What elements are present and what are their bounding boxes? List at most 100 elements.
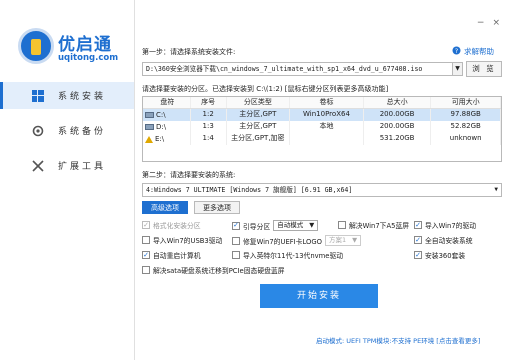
index-cell: 1:4 [191, 133, 227, 145]
type-cell: 主分区,GPT [227, 109, 291, 121]
sidebar-item-backup[interactable]: 系统备份 [0, 117, 134, 144]
more-link[interactable]: [点击查看更多] [436, 337, 480, 345]
auto-install-option[interactable]: ✓ 全自动安装系统 [414, 235, 473, 245]
system-select-value: 4:Windows 7 ULTIMATE [Windows 7 旗舰版] [6.… [146, 186, 353, 194]
image-path-field[interactable]: D:\360安全浏览器下载\cn_windows_7_ultimate_with… [142, 62, 453, 76]
drive-icon [145, 124, 154, 130]
sidebar-item-tools[interactable]: 扩展工具 [0, 152, 134, 179]
option-label: 安装360套装 [425, 252, 466, 260]
boot-mode-select[interactable]: 自动模式 ▼ [273, 220, 319, 231]
option-label: 导入英特尔11代-13代nvme驱动 [243, 252, 344, 260]
chevron-down-icon[interactable]: ▼ [453, 62, 463, 76]
sata-fix-option[interactable]: 解决sata硬盘系统迁移到PCIe固态硬盘蓝屏 [142, 265, 285, 275]
chevron-down-icon: ▼ [352, 236, 358, 244]
total-cell: 200.00GB [364, 109, 432, 121]
close-button[interactable]: × [492, 18, 500, 28]
table-header: 盘符 序号 分区类型 卷标 总大小 可用大小 [143, 97, 501, 109]
total-cell: 531.20GB [364, 133, 432, 145]
tab-advanced[interactable]: 高级选项 [142, 201, 188, 214]
free-cell: unknown [431, 133, 501, 145]
option-label: 解决Win7下A5蓝屏 [349, 222, 410, 230]
column-header: 卷标 [290, 97, 364, 108]
column-header: 序号 [191, 97, 227, 108]
checkbox-icon [232, 251, 240, 259]
table-row[interactable]: E:\ 1:4 主分区,GPT,加密 531.20GB unknown [143, 133, 501, 145]
drive-cell: D:\ [143, 121, 191, 133]
type-cell: 主分区,GPT [227, 121, 291, 133]
check-icon: ✓ [414, 250, 422, 259]
option-label: 修复Win7的UEFI卡LOGO [243, 237, 322, 246]
help-link[interactable]: ? 求解帮助 [452, 46, 494, 57]
total-cell: 200.00GB [364, 121, 432, 133]
brand-subtitle: uqitong.com [58, 53, 119, 63]
window-controls: − × [477, 18, 500, 28]
windows-icon [32, 89, 44, 102]
import-usb3-option[interactable]: 导入Win7的USB3驱动 [142, 235, 222, 245]
sidebar-item-label: 系统备份 [58, 127, 107, 137]
svg-text:?: ? [455, 47, 458, 55]
index-cell: 1:2 [191, 109, 227, 121]
checkbox-icon [232, 236, 240, 245]
checkbox-icon [338, 221, 346, 229]
label-cell: Win10ProX64 [290, 109, 364, 121]
install-360-option[interactable]: ✓ 安装360套装 [414, 250, 465, 260]
browse-button[interactable]: 浏 览 [466, 61, 502, 77]
table-row[interactable]: D:\ 1:3 主分区,GPT 本地 200.00GB 52.82GB [143, 121, 501, 133]
label-cell [290, 133, 364, 145]
drive-icon [145, 112, 154, 118]
drive-cell: E:\ [143, 133, 191, 145]
step2-label: 第二步：请选择要安装的系统: [142, 171, 236, 179]
fix-scheme-select[interactable]: 方案1 ▼ [324, 235, 362, 246]
boot-mode-label: 启动模式: [316, 337, 345, 345]
option-label: 全自动安装系统 [425, 237, 473, 245]
sidebar-item-label: 系统安装 [58, 92, 107, 102]
drive-letter: E:\ [155, 134, 165, 143]
check-icon: ✓ [414, 235, 422, 244]
help-label: 求解帮助 [464, 47, 494, 56]
checkbox-icon [142, 236, 150, 244]
format-option[interactable]: ✓ 格式化安装分区 [142, 220, 201, 230]
main-panel: − × 第一步：请选择系统安装文件: ? 求解帮助 D:\360安全浏览器下载\… [136, 0, 510, 360]
option-label: 解决sata硬盘系统迁移到PCIe固态硬盘蓝屏 [153, 267, 285, 275]
help-icon: ? [452, 46, 461, 57]
boot-mode-value: 自动模式 [277, 221, 304, 229]
option-label: 自动重启计算机 [153, 252, 201, 260]
boot-option[interactable]: ✓ 引导分区 自动模式 ▼ [232, 220, 319, 231]
logo: 优启通 uqitong.com [18, 24, 128, 74]
check-icon: ✓ [232, 221, 240, 230]
table-row[interactable]: C:\ 1:2 主分区,GPT Win10ProX64 200.00GB 97.… [143, 109, 501, 121]
free-cell: 97.88GB [431, 109, 501, 121]
sidebar-item-label: 扩展工具 [58, 162, 107, 172]
tpm-value: 不支持 [391, 337, 412, 345]
option-label: 导入Win7的驱动 [425, 222, 477, 230]
free-cell: 52.82GB [431, 121, 501, 133]
auto-reboot-option[interactable]: ✓ 自动重启计算机 [142, 250, 201, 260]
step1-label: 第一步：请选择系统安装文件: [142, 48, 236, 56]
option-label: 导入Win7的USB3驱动 [153, 237, 223, 245]
check-icon: ✓ [414, 220, 422, 229]
status-bar: 启动模式: UEFI TPM模块:不支持 PE环境 [点击查看更多] [316, 335, 480, 345]
pe-label: PE环境 [413, 337, 435, 345]
fix-uefi-option[interactable]: 修复Win7的UEFI卡LOGO 方案1 ▼ [232, 235, 362, 246]
boot-mode-value: UEFI [346, 337, 361, 345]
minimize-button[interactable]: − [477, 18, 485, 28]
win7-a5-option[interactable]: 解决Win7下A5蓝屏 [338, 220, 409, 230]
column-header: 盘符 [143, 97, 191, 108]
sidebar-item-install[interactable]: 系统安装 [0, 82, 134, 109]
tab-more[interactable]: 更多选项 [194, 201, 240, 214]
logo-badge-icon [18, 28, 54, 64]
drive-letter: D:\ [156, 122, 167, 131]
import-intel-option[interactable]: 导入英特尔11代-13代nvme驱动 [232, 250, 343, 260]
start-install-button[interactable]: 开始安装 [260, 284, 378, 308]
partition-label: 请选择要安装的分区。已选择安装到 C:\(1:2) [鼠标右键分区列表更多高级功… [142, 85, 389, 93]
warning-icon [145, 135, 153, 143]
check-icon: ✓ [142, 220, 150, 229]
sidebar: 优启通 uqitong.com 系统安装 系统备份 扩展工具 [0, 0, 135, 360]
import-win7-driver-option[interactable]: ✓ 导入Win7的驱动 [414, 220, 476, 230]
system-select[interactable]: 4:Windows 7 ULTIMATE [Windows 7 旗舰版] [6.… [142, 183, 502, 197]
type-cell: 主分区,GPT,加密 [227, 133, 291, 145]
option-label: 格式化安装分区 [153, 222, 201, 230]
chevron-down-icon: ▼ [309, 221, 315, 229]
check-icon: ✓ [142, 250, 150, 259]
label-cell: 本地 [290, 121, 364, 133]
